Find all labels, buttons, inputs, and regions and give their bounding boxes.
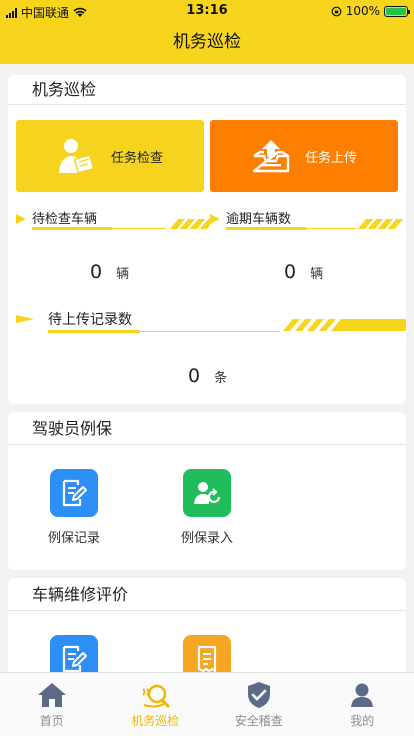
pending-vehicles-label: 待检查车辆 [32,212,98,227]
status-right: 100% [331,4,410,18]
shield-check-icon [207,681,311,709]
driver-maintenance-title: 驾驶员例保 [8,412,406,445]
status-bar: 中国联通 13:16 100% [0,0,414,22]
pending-vehicles-line [112,228,166,229]
tab-mine[interactable]: 我的 [311,673,414,736]
tab-safety[interactable]: 安全稽查 [207,673,311,736]
pending-upload-value-row: 0 条 [188,365,227,387]
maintenance-record-label: 例保记录 [47,531,100,546]
orientation-lock-icon [331,6,342,16]
pending-vehicles-stripes [164,219,214,229]
document-edit-icon [50,469,98,517]
tab-safety-label: 安全稽查 [234,714,283,728]
pending-vehicles-count: 0 [90,261,103,283]
battery-icon [384,5,410,17]
pending-vehicles-value-row: 0 辆 [90,261,129,283]
upload-tray-icon [252,140,290,173]
overdue-vehicles-value-row: 0 辆 [284,261,323,283]
inspection-icon [104,681,208,709]
pending-upload-underline [48,330,140,333]
user-icon [311,681,414,709]
maintenance-entry-button[interactable]: 例保录入 [167,469,247,546]
tab-mine-label: 我的 [350,714,375,728]
user-refresh-icon [183,469,231,517]
pending-upload-count: 0 [188,365,201,387]
tab-inspection-label: 机务巡检 [131,714,180,728]
tab-bar: 首页 机务巡检 安全稽查 我的 [0,672,414,736]
pending-vehicles-unit: 辆 [116,267,130,282]
pending-vehicles-marker [16,214,26,224]
pending-upload-stripes [278,319,406,331]
maintenance-entry-label: 例保录入 [180,531,233,546]
home-icon [0,681,104,709]
overdue-vehicles-unit: 辆 [310,267,324,282]
overdue-vehicles-line [306,228,356,229]
inspection-card-title: 机务巡检 [8,75,406,105]
overdue-vehicles-label: 逾期车辆数 [226,212,292,227]
overdue-vehicles-stripes [352,219,404,229]
inspection-card: 机务巡检 任务检查 任务上传 待检查车辆 0 辆 逾期车辆数 0 辆 待上传记录… [8,75,406,404]
overdue-vehicles-underline [226,227,306,230]
tab-home[interactable]: 首页 [0,673,104,736]
nav-bar: 机务巡检 [0,22,414,64]
maintenance-record-button[interactable]: 例保记录 [34,469,114,546]
page-title: 机务巡检 [173,32,241,52]
task-check-label: 任务检查 [110,150,163,166]
overdue-vehicles-count: 0 [284,261,297,283]
inspector-icon [58,139,95,174]
battery-percent: 100% [345,4,380,18]
task-check-button[interactable]: 任务检查 [16,120,204,192]
pending-upload-line [140,331,280,332]
driver-maintenance-card: 驾驶员例保 例保记录 例保录入 [8,412,406,570]
task-upload-button[interactable]: 任务上传 [210,120,398,192]
pending-vehicles-underline [32,227,112,230]
pending-upload-unit: 条 [214,371,228,386]
tab-home-label: 首页 [39,714,64,728]
task-upload-label: 任务上传 [304,150,357,166]
pending-upload-label: 待上传记录数 [48,312,132,328]
tab-inspection[interactable]: 机务巡检 [104,673,208,736]
repair-review-title: 车辆维修评价 [8,578,406,611]
pending-upload-marker [16,315,34,323]
overdue-vehicles-marker [210,214,220,224]
